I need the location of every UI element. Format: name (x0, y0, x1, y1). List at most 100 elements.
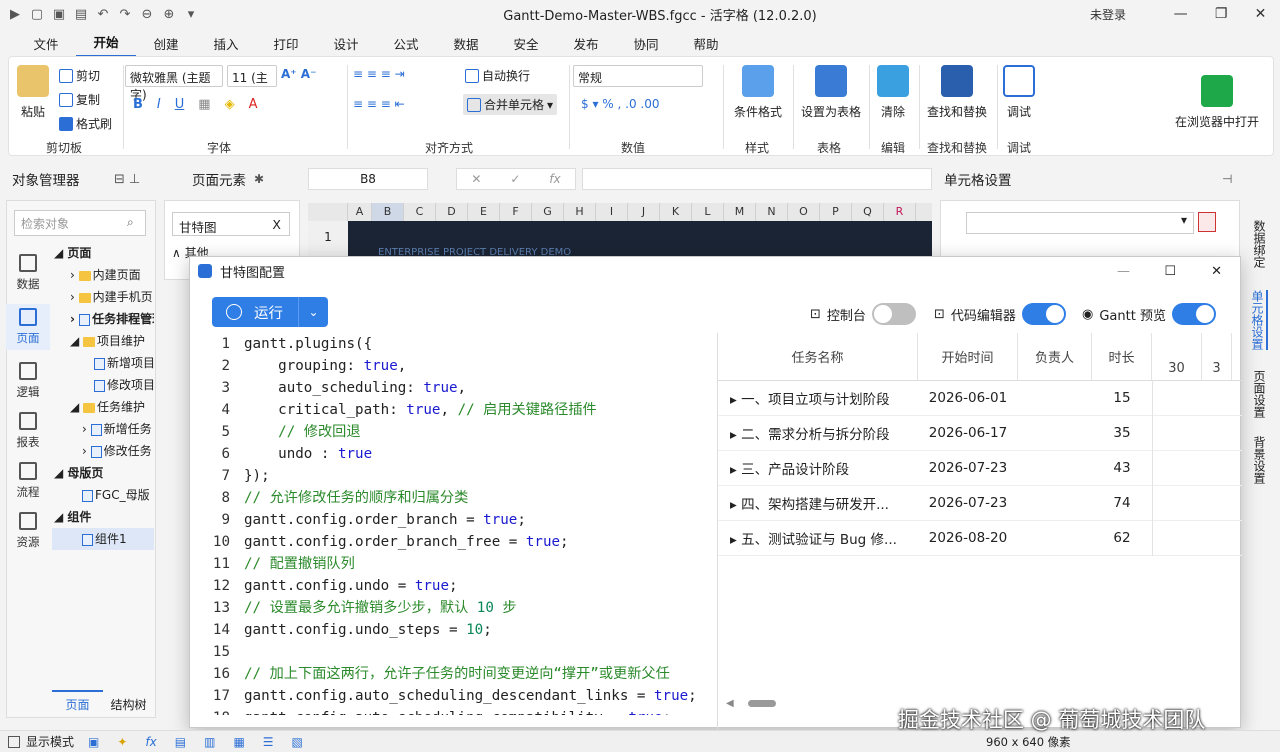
style-picker-icon[interactable] (1198, 212, 1216, 232)
gantt-preview-toggle[interactable] (1171, 303, 1216, 325)
col-header[interactable]: C (404, 203, 436, 221)
number-format-select[interactable]: 常规 (573, 65, 703, 87)
cancel-icon[interactable]: ✕ (471, 172, 481, 186)
tool-page[interactable]: 页面 (6, 304, 50, 350)
col-header[interactable]: G (532, 203, 564, 221)
element-search-input[interactable]: 甘特图 X (172, 212, 290, 236)
code-line[interactable]: 12 gantt.config.undo = true; (204, 575, 716, 597)
redo-icon[interactable]: ↷ (116, 5, 134, 23)
debug-button[interactable]: 调试 (999, 65, 1039, 120)
border-icon[interactable]: ▦ (198, 97, 210, 112)
gantt-row[interactable]: ▸ 一、项目立项与计划阶段 2026-06-01 15 (718, 380, 1242, 416)
tree-item[interactable]: › 修改任务 (52, 440, 154, 462)
col-header[interactable]: I (596, 203, 628, 221)
fill-color-icon[interactable]: ◈ (225, 97, 235, 112)
console-toggle[interactable] (871, 303, 916, 325)
font-size-select[interactable]: 11 (主 (227, 65, 277, 87)
header-start[interactable]: 开始时间 (918, 333, 1018, 380)
timeline-cell[interactable] (1152, 485, 1232, 521)
code-line[interactable]: 16 // 加上下面这两行，允许子任务的时间变更逆向“撑开”或更新父任 (204, 663, 716, 685)
col-header[interactable]: H (564, 203, 596, 221)
display-mode-label[interactable]: 显示模式 (26, 733, 74, 750)
timeline-cell[interactable] (1152, 380, 1232, 416)
customize-icon[interactable]: ▾ (182, 5, 200, 23)
code-line[interactable]: 2 grouping: true, (204, 355, 716, 377)
tab-publish[interactable]: 发布 (556, 30, 616, 57)
halign-buttons[interactable]: ≡ ≡ ≡ ⇤ (353, 97, 405, 111)
code-line[interactable]: 9 gantt.config.order_branch = true; (204, 509, 716, 531)
timeline-cell[interactable] (1152, 415, 1232, 451)
number-buttons[interactable]: $ ▾ % , .0 .00 (581, 97, 659, 111)
layout-icon[interactable]: ▧ (292, 735, 303, 749)
tool-flow[interactable]: 流程 (6, 462, 50, 500)
code-line[interactable]: 11 // 配置撤销队列 (204, 553, 716, 575)
col-header[interactable]: O (788, 203, 820, 221)
set-as-table-button[interactable]: 设置为表格 (799, 65, 863, 120)
formula-input[interactable] (582, 168, 932, 190)
col-header[interactable]: F (500, 203, 532, 221)
tab-data[interactable]: 数据 (436, 30, 496, 57)
scroll-left-icon[interactable]: ◀ (726, 698, 734, 709)
find-replace-button[interactable]: 查找和替换 (921, 65, 993, 120)
tab-help[interactable]: 帮助 (676, 30, 736, 57)
code-line[interactable]: 13 // 设置最多允许撤销多少步，默认 10 步 (204, 597, 716, 619)
tree-item[interactable]: 新增项目 (52, 352, 154, 374)
code-line[interactable]: 6 undo : true (204, 443, 716, 465)
tab-collab[interactable]: 协同 (616, 30, 676, 57)
col-header[interactable]: J (628, 203, 660, 221)
gantt-row[interactable]: ▸ 五、测试验证与 Bug 修... 2026-08-20 62 (718, 520, 1242, 556)
grid-icon[interactable]: ▦ (233, 735, 244, 749)
header-owner[interactable]: 负责人 (1018, 333, 1092, 380)
code-line[interactable]: 17 gantt.config.auto_scheduling_descendan… (204, 685, 716, 707)
tree-item[interactable]: ◢ 页面 (52, 242, 154, 264)
row-header[interactable]: 1 (308, 221, 348, 257)
timeline-cell[interactable] (1152, 450, 1232, 486)
col-header[interactable]: E (468, 203, 500, 221)
pin-panel-icon[interactable]: ⊣ (1222, 172, 1232, 186)
wrap-text-button[interactable]: 自动换行 (465, 67, 530, 84)
confirm-icon[interactable]: ✓ (510, 172, 520, 186)
gantt-row[interactable]: ▸ 四、架构搭建与研发开... 2026-07-23 74 (718, 485, 1242, 521)
tab-background-settings[interactable]: 背景设置 (1248, 436, 1268, 484)
chart-icon[interactable]: ▥ (204, 735, 215, 749)
list-icon[interactable]: ☰ (263, 735, 274, 749)
header-duration[interactable]: 时长 (1092, 333, 1152, 380)
gantt-row[interactable]: ▸ 三、产品设计阶段 2026-07-23 43 (718, 450, 1242, 486)
login-link[interactable]: 未登录 (1090, 6, 1160, 23)
col-header[interactable]: D (436, 203, 468, 221)
tool-resource[interactable]: 资源 (6, 512, 50, 550)
col-header[interactable]: A (348, 203, 372, 221)
code-line[interactable]: 4 critical_path: true, // 启用关键路径插件 (204, 399, 716, 421)
merge-cells-button[interactable]: 合并单元格 ▾ (463, 94, 558, 115)
tree-item[interactable]: › 新增任务 (52, 418, 154, 440)
copy-button[interactable]: 复制 (59, 91, 100, 108)
code-line[interactable]: 15 (204, 641, 716, 663)
tree-item[interactable]: ◢ 组件 (52, 506, 154, 528)
fx-icon[interactable]: fx (145, 735, 156, 749)
settings-select[interactable]: ▾ (966, 212, 1194, 234)
code-line[interactable]: 8 // 允许修改任务的顺序和归属分类 (204, 487, 716, 509)
pin-icon[interactable]: ⊟ ⊥ (114, 172, 140, 187)
italic-icon[interactable]: I (157, 97, 161, 112)
code-line[interactable]: 3 auto_scheduling: true, (204, 377, 716, 399)
abc-icon[interactable]: ▤ (175, 735, 186, 749)
col-header[interactable]: P (820, 203, 852, 221)
tree-item[interactable]: 修改项目 (52, 374, 154, 396)
tab-insert[interactable]: 插入 (196, 30, 256, 57)
bulb-icon[interactable]: ✦ (117, 735, 127, 749)
bold-icon[interactable]: B (133, 97, 143, 112)
undo-icon[interactable]: ↶ (94, 5, 112, 23)
forward-icon[interactable]: ⊕ (160, 5, 178, 23)
code-line[interactable]: 18gantt.config.auto_scheduling_compatibi… (204, 707, 716, 715)
fx-icon[interactable]: fx (549, 172, 560, 186)
code-line[interactable]: 1 gantt.plugins({ (204, 333, 716, 355)
tab-create[interactable]: 创建 (136, 30, 196, 57)
code-line[interactable]: 10 gantt.config.order_branch_free = true; (204, 531, 716, 553)
back-icon[interactable]: ⊖ (138, 5, 156, 23)
tab-home[interactable]: 开始 (76, 28, 136, 58)
tab-security[interactable]: 安全 (496, 30, 556, 57)
run-button[interactable]: 运行 ⌄ (212, 297, 328, 327)
tool-logic[interactable]: 逻辑 (6, 362, 50, 400)
cut-button[interactable]: 剪切 (59, 67, 100, 84)
tab-formula[interactable]: 公式 (376, 30, 436, 57)
